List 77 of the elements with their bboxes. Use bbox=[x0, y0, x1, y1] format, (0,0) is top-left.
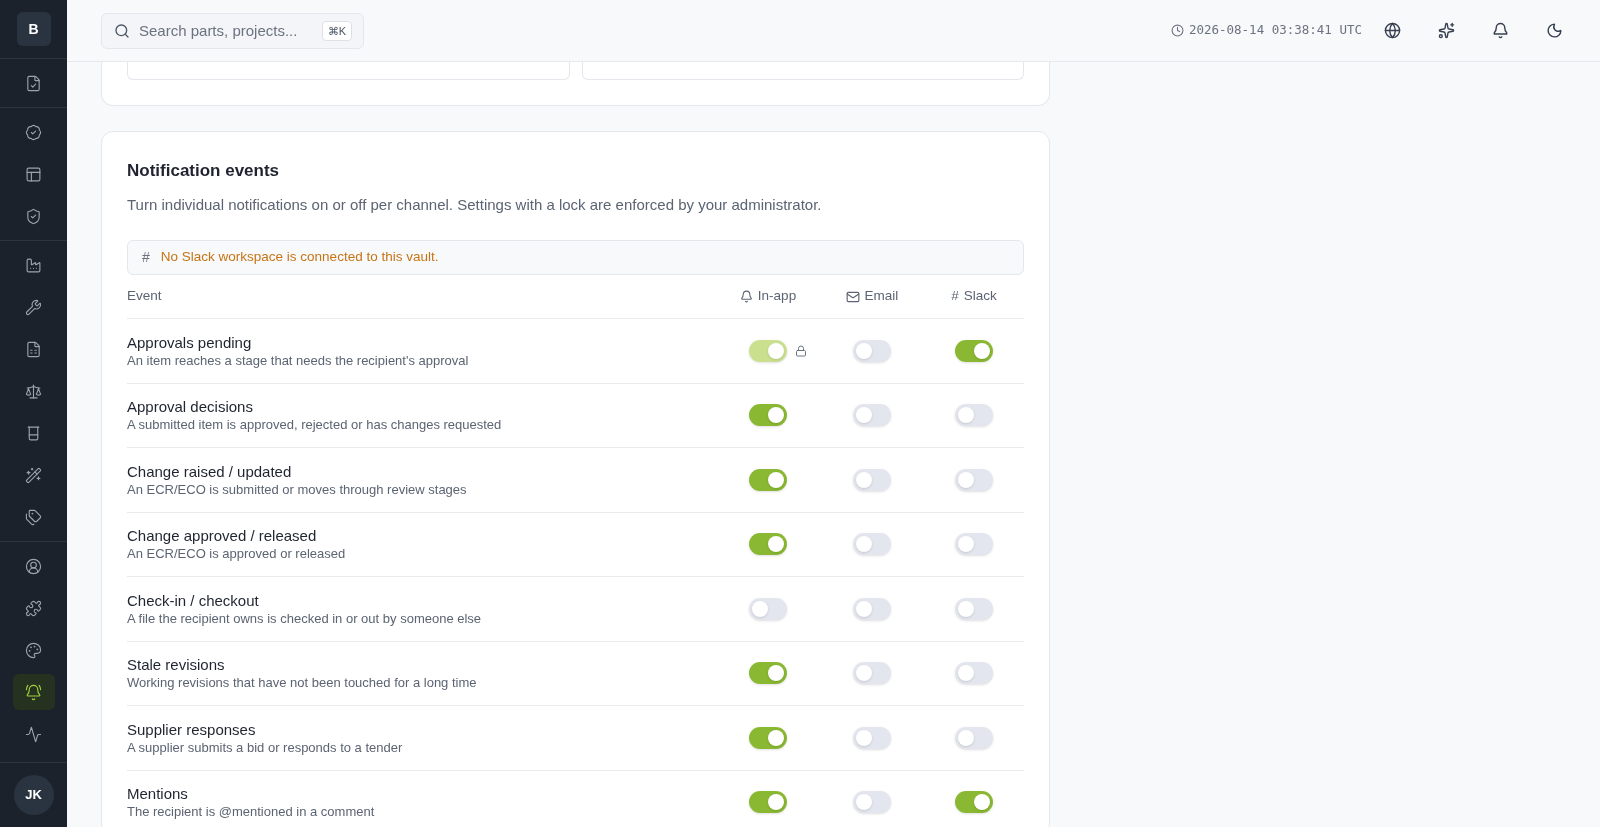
event-description: An ECR/ECO is approved or released bbox=[127, 545, 347, 563]
toggle-switch[interactable] bbox=[853, 726, 891, 749]
event-description: A submitted item is approved, rejected or has changes requested bbox=[127, 416, 503, 434]
event-description: A supplier submits a bid or responds to a tender bbox=[127, 738, 404, 756]
mail-icon bbox=[845, 289, 860, 304]
shield-check-icon bbox=[25, 207, 42, 225]
toggle-switch[interactable] bbox=[853, 597, 891, 620]
toggle-switch[interactable] bbox=[955, 339, 993, 362]
column-header: Event bbox=[127, 287, 163, 306]
toggle-switch[interactable] bbox=[749, 726, 787, 749]
event-title: Check-in / checkout bbox=[127, 590, 260, 610]
toggle-switch[interactable] bbox=[955, 791, 993, 814]
badge-check-icon bbox=[25, 123, 42, 141]
sidebar-item[interactable] bbox=[12, 674, 55, 710]
wrench-icon bbox=[25, 298, 42, 316]
toggle-switch[interactable] bbox=[853, 533, 891, 556]
event-description: An ECR/ECO is submitted or moves through review stages bbox=[127, 480, 468, 498]
event-title: Approvals pending bbox=[127, 332, 253, 352]
search-icon bbox=[114, 22, 130, 39]
event-description: The recipient is @mentioned in a comment bbox=[127, 803, 376, 821]
bell-ring-icon bbox=[25, 683, 42, 701]
tags-icon bbox=[25, 508, 42, 526]
event-description: A file the recipient owns is checked in or out by someone else bbox=[127, 609, 483, 627]
globe-icon bbox=[1384, 22, 1401, 39]
spreadsheet-icon bbox=[25, 340, 42, 358]
bell-icon bbox=[739, 290, 753, 303]
toggle-switch[interactable] bbox=[853, 791, 891, 814]
event-description: Working revisions that have not been touched for a long time bbox=[127, 674, 478, 692]
hash-icon: # bbox=[951, 286, 959, 307]
layout-icon bbox=[25, 165, 42, 183]
event-title: Change raised / updated bbox=[127, 461, 293, 481]
user-avatar[interactable]: JK bbox=[13, 775, 54, 815]
factory-icon bbox=[25, 256, 42, 274]
toggle-switch[interactable] bbox=[749, 404, 787, 427]
toggle-switch[interactable] bbox=[749, 468, 787, 491]
section-title: Notification events bbox=[127, 160, 281, 182]
event-description: An item reaches a stage that needs the recipient's approval bbox=[127, 351, 470, 369]
toggle-switch[interactable] bbox=[853, 468, 891, 491]
column-header: Slack bbox=[963, 287, 997, 306]
toggle-switch[interactable] bbox=[853, 404, 891, 427]
column-header: Email bbox=[845, 286, 899, 307]
magic-wand-icon bbox=[25, 466, 42, 484]
sparkles-icon bbox=[1438, 22, 1455, 39]
logo[interactable]: B bbox=[16, 12, 51, 46]
toggle-switch[interactable] bbox=[749, 662, 787, 685]
palette-icon bbox=[25, 641, 42, 659]
activity-icon bbox=[25, 725, 42, 743]
column-header: In-app bbox=[739, 286, 797, 307]
puzzle-icon bbox=[25, 599, 42, 617]
toggle-switch[interactable] bbox=[955, 597, 993, 620]
toggle-switch[interactable] bbox=[749, 791, 787, 814]
timestamp: 2026-08-14 03:38:41 UTC bbox=[1188, 21, 1362, 40]
file-check-icon bbox=[25, 74, 42, 92]
toggle-switch[interactable] bbox=[955, 662, 993, 685]
event-title: Supplier responses bbox=[127, 719, 257, 739]
toggle-switch[interactable] bbox=[955, 404, 993, 427]
hash-icon: # bbox=[142, 247, 150, 268]
notice-text: No Slack workspace is connected to this vault. bbox=[160, 248, 439, 267]
toggle-switch[interactable] bbox=[853, 339, 891, 362]
toggle-switch[interactable] bbox=[955, 468, 993, 491]
user-icon bbox=[25, 557, 42, 575]
clock-icon bbox=[1170, 24, 1184, 37]
moon-icon bbox=[1546, 22, 1563, 39]
event-title: Approval decisions bbox=[127, 397, 254, 417]
event-title: Stale revisions bbox=[127, 655, 226, 675]
section-description: Turn individual notifications on or off per channel. Settings with a lock are enforced by your administrator. bbox=[127, 194, 823, 215]
toggle-switch[interactable] bbox=[955, 726, 993, 749]
toggle-switch[interactable] bbox=[853, 662, 891, 685]
toggle-switch[interactable] bbox=[749, 339, 787, 362]
toggle-switch[interactable] bbox=[749, 597, 787, 620]
event-title: Mentions bbox=[127, 784, 189, 804]
toggle-switch[interactable] bbox=[955, 533, 993, 556]
scale-icon bbox=[25, 382, 42, 400]
beaker-icon bbox=[25, 424, 42, 442]
toggle-switch[interactable] bbox=[749, 533, 787, 556]
notifications-icon bbox=[1492, 22, 1509, 39]
event-title: Change approved / released bbox=[127, 526, 318, 546]
